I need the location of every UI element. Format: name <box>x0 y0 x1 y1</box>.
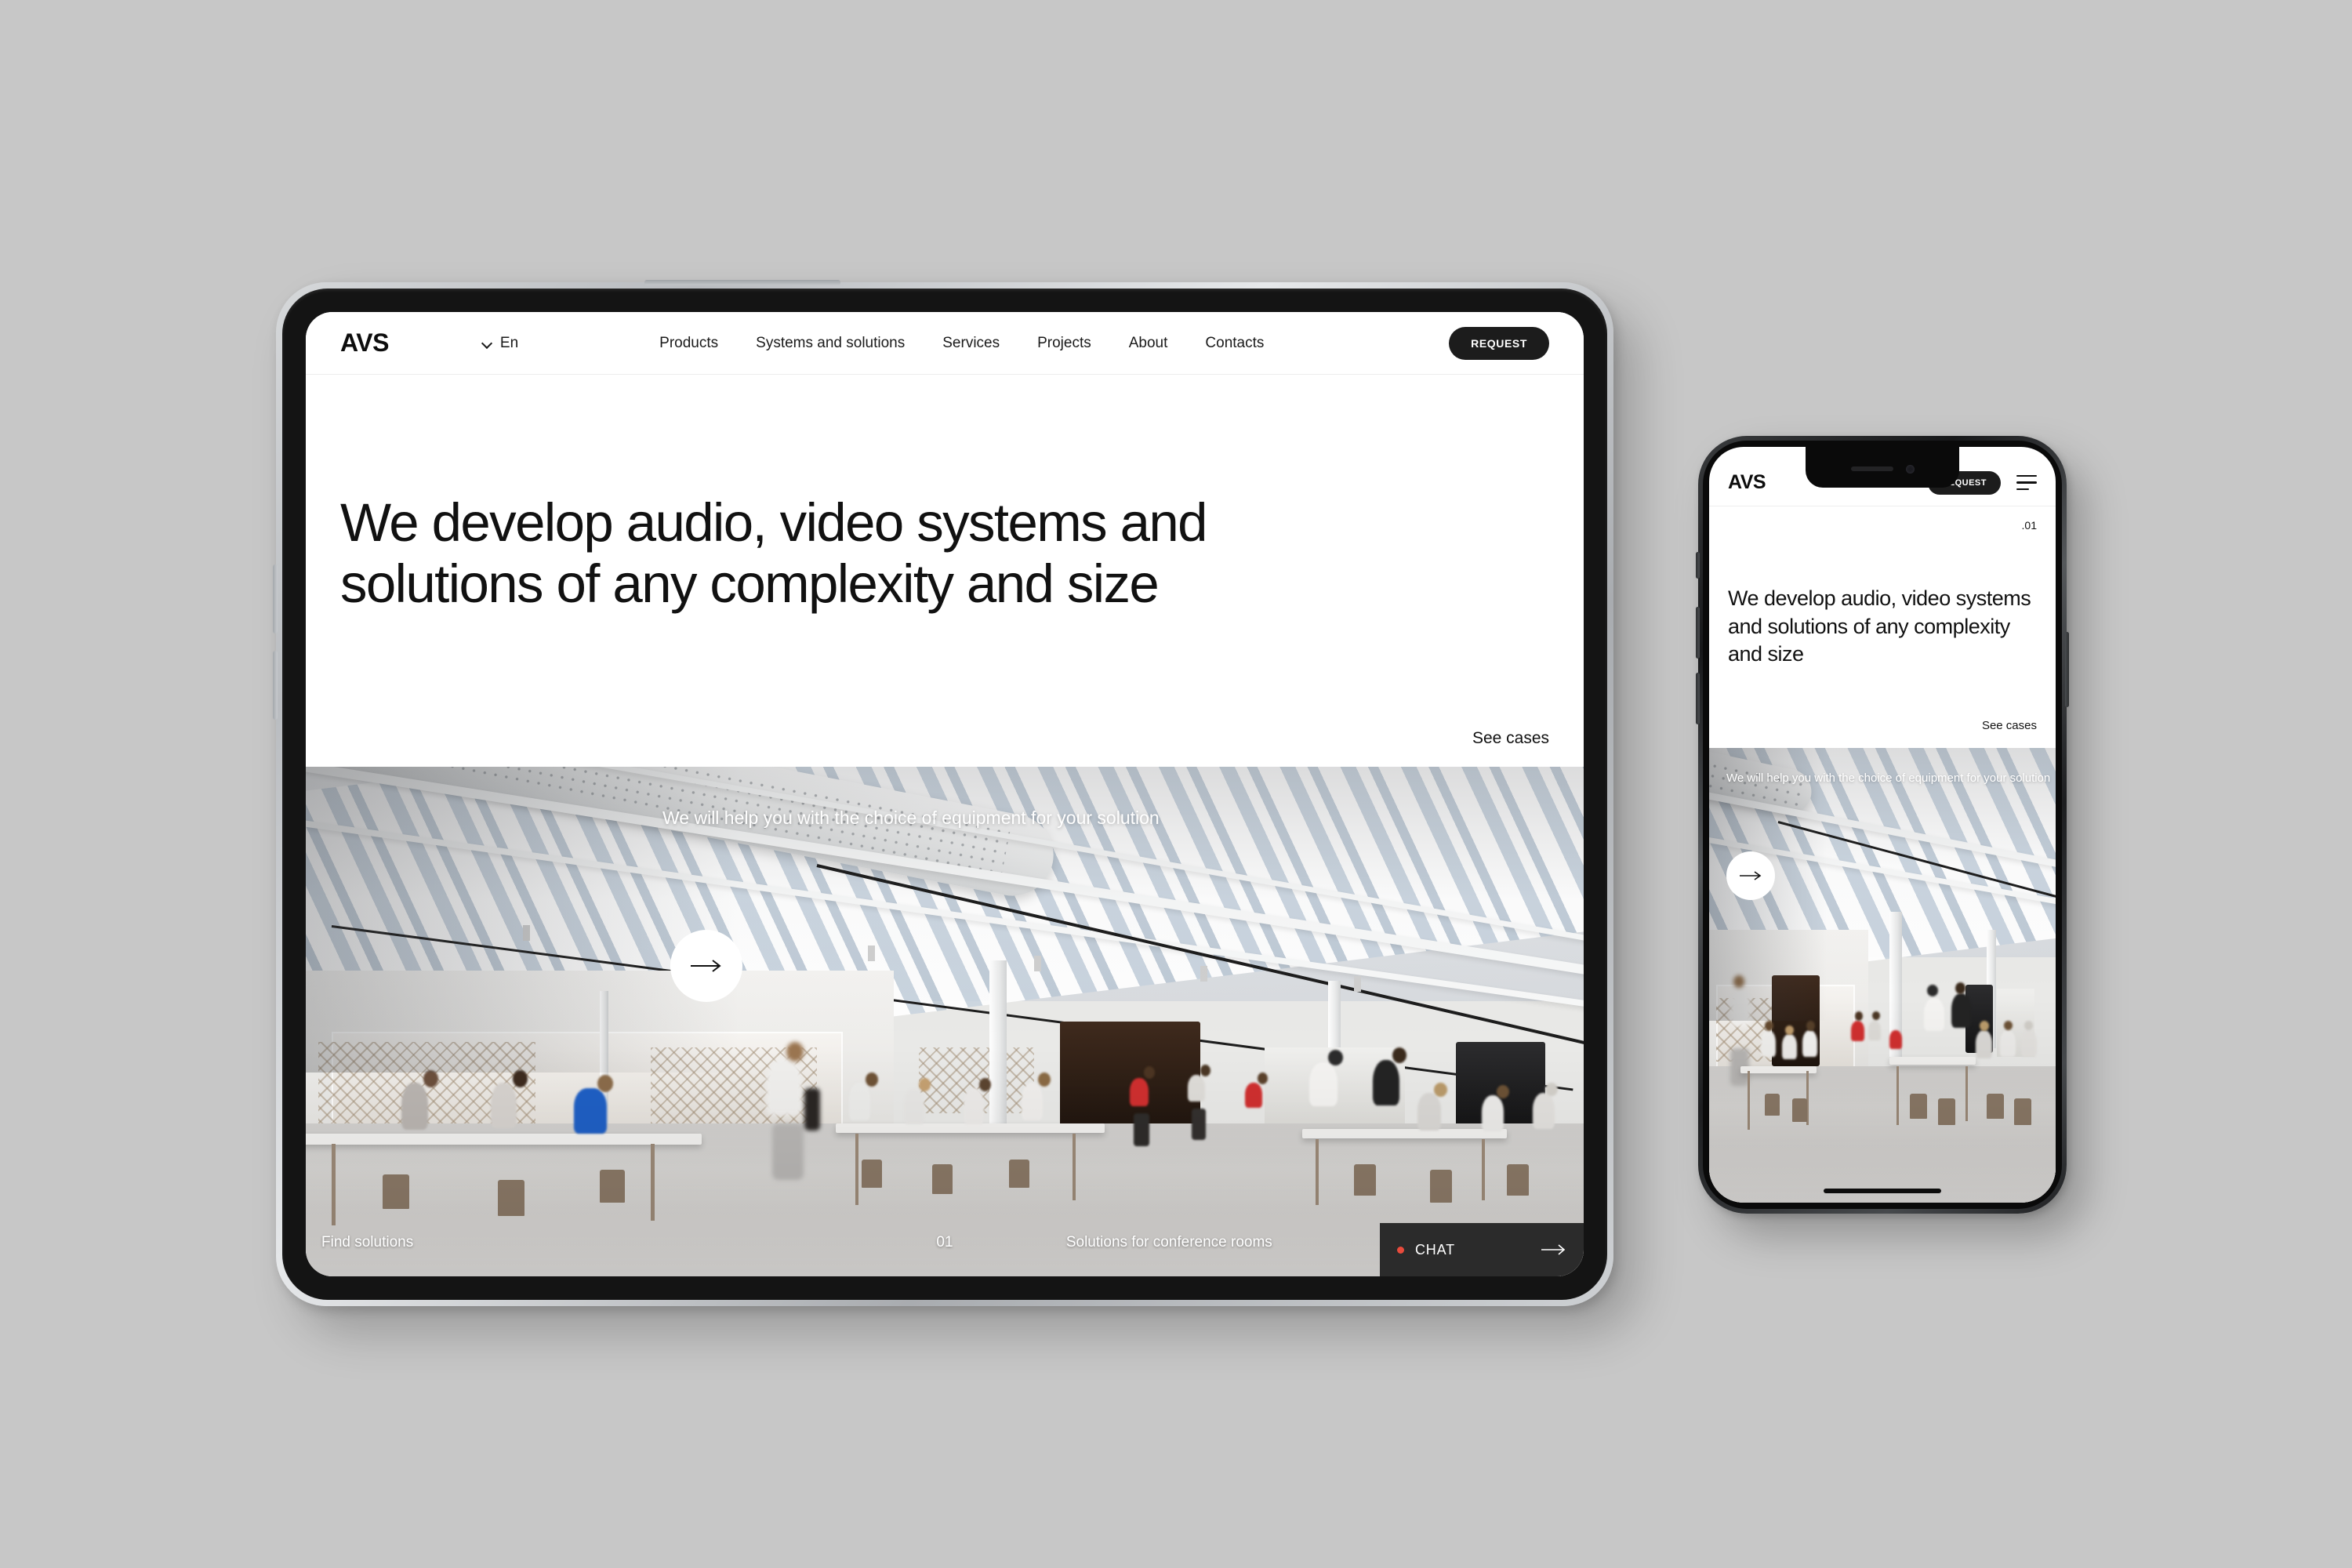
hero-next-button[interactable] <box>670 930 742 1002</box>
tablet-screen: AVS En Products Systems and solutions Se… <box>306 312 1584 1276</box>
request-button[interactable]: REQUEST <box>1449 326 1549 360</box>
speaker-grille-icon <box>1850 466 1893 471</box>
nav-item-services[interactable]: Services <box>942 335 1000 352</box>
phone-screen: AVS REQUEST .01 We develop audio, video … <box>1709 447 2056 1203</box>
chat-button[interactable]: CHAT <box>1380 1223 1584 1276</box>
arrow-right-icon <box>1740 871 1762 880</box>
hero-image: We will help you with the choice of equi… <box>1709 748 2056 1203</box>
language-label: En <box>499 334 519 351</box>
hero-next-button[interactable] <box>1726 851 1775 900</box>
slide-counter: 01 <box>936 1234 953 1250</box>
phone-hero-section: We develop audio, video systems and solu… <box>1709 532 2056 742</box>
nav-item-systems-and-solutions[interactable]: Systems and solutions <box>756 335 905 352</box>
language-switcher[interactable]: En <box>483 335 518 352</box>
chat-label: CHAT <box>1415 1241 1455 1258</box>
phone-power-button[interactable] <box>2065 632 2069 707</box>
see-cases-link[interactable]: See cases <box>1472 729 1549 748</box>
slide-counter: .01 <box>2021 519 2037 532</box>
hero-bottom-bar: Find solutions 01 Solutions for conferen… <box>306 1201 1584 1276</box>
hero-image: We will help you with the choice of equi… <box>306 767 1584 1276</box>
arrow-right-icon <box>1541 1244 1566 1255</box>
phone-volume-up-button[interactable] <box>1696 607 1700 659</box>
page-title: We develop audio, video systems and solu… <box>1728 586 2031 666</box>
front-camera-icon <box>1905 464 1915 474</box>
phone-notch <box>1806 447 1959 488</box>
tablet-device: AVS En Products Systems and solutions Se… <box>273 280 1613 1306</box>
nav-item-about[interactable]: About <box>1129 335 1168 352</box>
hero-overlay-text: We will help you with the choice of equi… <box>1726 771 2051 785</box>
chevron-down-icon <box>483 339 492 348</box>
arrow-right-icon <box>691 960 721 972</box>
phone-device: AVS REQUEST .01 We develop audio, video … <box>1696 436 2069 1214</box>
page-title: We develop audio, video systems and solu… <box>340 492 1208 614</box>
see-cases-link[interactable]: See cases <box>1982 719 2037 732</box>
phone-mute-switch[interactable] <box>1696 552 1700 579</box>
nav-item-projects[interactable]: Projects <box>1037 335 1091 352</box>
nav-item-contacts[interactable]: Contacts <box>1205 335 1264 352</box>
tablet-volume-down-button[interactable] <box>273 651 278 720</box>
hero-photo-scene <box>306 767 1584 1276</box>
nav-item-products[interactable]: Products <box>659 335 718 352</box>
tablet-navbar: AVS En Products Systems and solutions Se… <box>306 312 1584 375</box>
home-indicator[interactable] <box>1824 1189 1941 1193</box>
hamburger-menu-icon[interactable] <box>2016 474 2037 491</box>
hero-overlay-text: We will help you with the choice of equi… <box>662 808 1160 828</box>
find-solutions-link[interactable]: Find solutions <box>321 1234 413 1251</box>
site-logo[interactable]: AVS <box>340 328 389 358</box>
tablet-hero-section: We develop audio, video systems and solu… <box>306 375 1584 767</box>
phone-volume-down-button[interactable] <box>1696 673 1700 724</box>
status-dot-icon <box>1397 1246 1404 1254</box>
tablet-volume-up-button[interactable] <box>273 564 278 633</box>
site-logo[interactable]: AVS <box>1728 471 1766 494</box>
tablet-top-button[interactable] <box>644 280 840 285</box>
primary-navigation: Products Systems and solutions Services … <box>659 335 1264 352</box>
hero-photo-scene <box>1709 748 2056 1203</box>
slide-title-link[interactable]: Solutions for conference rooms <box>1066 1234 1272 1251</box>
